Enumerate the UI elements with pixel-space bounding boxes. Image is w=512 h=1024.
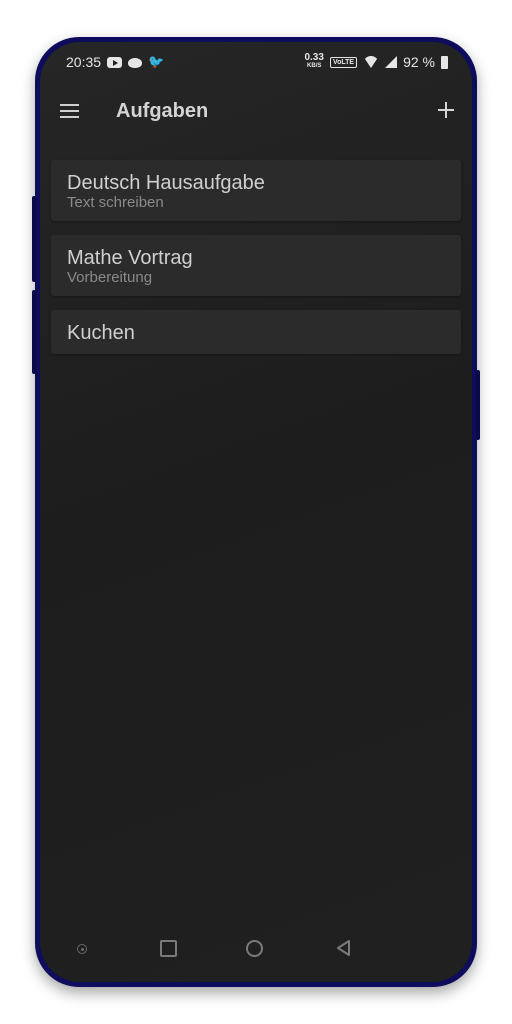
task-card[interactable]: Deutsch Hausaufgabe Text schreiben: [51, 160, 461, 221]
add-icon[interactable]: [436, 100, 456, 120]
youtube-icon: [107, 56, 123, 68]
volume-up-button: [32, 196, 36, 282]
volte-badge: VoLTE: [329, 56, 358, 68]
status-right: 0.33 KB/S VoLTE 92 %: [304, 52, 448, 70]
network-speed-unit: KB/S: [307, 63, 322, 69]
signal-icon: [385, 56, 398, 68]
volume-down-button: [32, 290, 36, 374]
navigation-bar: [40, 938, 472, 964]
task-subtitle: Vorbereitung: [67, 269, 153, 286]
status-bar: 20:35 🐦 0.33 KB/S VoLTE 92 %: [40, 52, 472, 74]
reddit-icon: [128, 58, 143, 68]
task-title: Deutsch Hausaufgabe: [67, 172, 265, 194]
battery-icon: [441, 55, 448, 69]
task-card[interactable]: Kuchen: [51, 310, 461, 354]
network-speed-value: 0.33: [304, 52, 324, 63]
status-time: 20:35: [66, 54, 102, 70]
phone-screen: 20:35 🐦 0.33 KB/S VoLTE 92 % Aufgaben De…: [40, 42, 472, 982]
network-speed: 0.33 KB/S: [304, 52, 324, 70]
home-icon[interactable]: [246, 940, 263, 957]
recents-icon[interactable]: [160, 940, 177, 957]
back-icon[interactable]: [336, 940, 352, 956]
task-list: Deutsch Hausaufgabe Text schreiben Mathe…: [51, 160, 461, 368]
status-left: 20:35 🐦: [66, 54, 164, 70]
battery-percent: 92 %: [403, 54, 435, 70]
wifi-icon: [363, 56, 380, 68]
task-title: Kuchen: [67, 322, 135, 344]
task-subtitle: Text schreiben: [67, 194, 164, 211]
twitter-icon: 🐦: [148, 54, 165, 69]
menu-icon[interactable]: [60, 103, 80, 119]
page-title: Aufgaben: [116, 100, 209, 122]
task-title: Mathe Vortrag: [67, 247, 193, 269]
assistant-dot-icon[interactable]: [77, 944, 87, 954]
app-bar: Aufgaben: [40, 92, 472, 132]
power-button: [476, 370, 480, 440]
task-card[interactable]: Mathe Vortrag Vorbereitung: [51, 235, 461, 296]
